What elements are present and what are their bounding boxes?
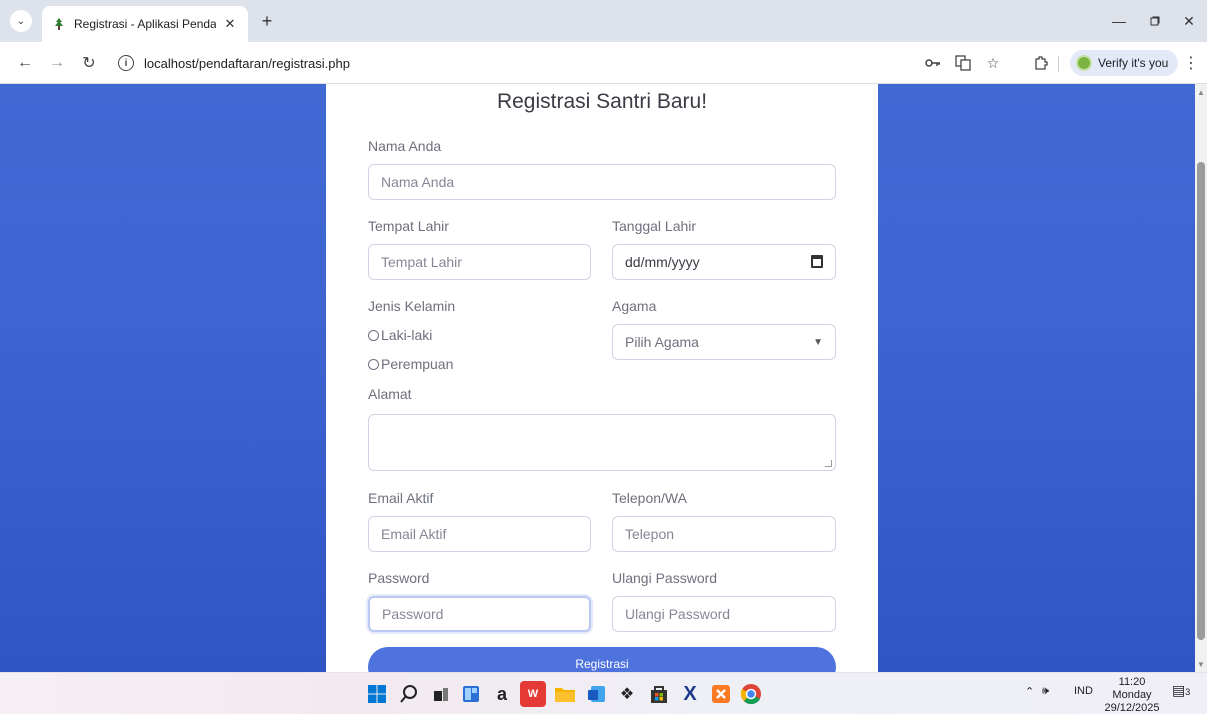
xampp-icon[interactable] [708, 681, 734, 707]
tab-title: Registrasi - Aplikasi Pendaftaran [74, 17, 216, 31]
alamat-label: Alamat [368, 386, 412, 402]
agama-selected-value: Pilih Agama [625, 334, 699, 350]
widgets-icon[interactable] [458, 681, 484, 707]
registration-card: Registrasi Santri Baru! Nama Anda Nama A… [326, 84, 878, 672]
jenis-kelamin-label: Jenis Kelamin [368, 298, 456, 314]
password-key-icon[interactable] [922, 52, 944, 74]
scroll-down-icon[interactable]: ▼ [1197, 660, 1205, 669]
radio-perempuan[interactable]: Perempuan [368, 356, 453, 372]
profile-avatar-icon [1076, 55, 1092, 71]
reload-icon[interactable]: ↻ [78, 52, 100, 74]
scrollbar-thumb[interactable] [1197, 162, 1205, 640]
tanggal-lahir-label: Tanggal Lahir [612, 218, 697, 234]
tab-strip: ⌄ Registrasi - Aplikasi Pendaftaran ✕ + … [0, 0, 1207, 42]
password-input[interactable]: Password [368, 596, 591, 632]
address-bar[interactable]: i localhost/pendaftaran/registrasi.php [112, 49, 902, 77]
windows-start-icon[interactable] [364, 681, 390, 707]
windows-taskbar: a W ❖ X ⌃ 🕪 IND 11:20 Monday 29/12/2025 … [0, 672, 1207, 714]
minimize-icon[interactable]: — [1108, 10, 1130, 32]
wps-office-icon[interactable]: W [520, 681, 546, 707]
telepon-input[interactable]: Telepon [612, 516, 836, 552]
volume-icon[interactable]: 🕪 [1042, 685, 1049, 698]
agama-select[interactable]: Pilih Agama ▼ [612, 324, 836, 360]
alamat-textarea[interactable] [368, 414, 836, 471]
tray-chevron-up-icon[interactable]: ⌃ [1025, 685, 1034, 698]
dropbox-icon[interactable]: ❖ [614, 681, 640, 707]
tempat-lahir-label: Tempat Lahir [368, 218, 449, 234]
verify-label: Verify it's you [1098, 56, 1169, 70]
calendar-icon[interactable] [811, 255, 823, 268]
toolbar-divider [1058, 56, 1059, 72]
amazon-icon[interactable]: a [489, 681, 515, 707]
clock-time: 11:20 [1118, 676, 1146, 688]
back-arrow-icon[interactable]: ← [14, 52, 36, 74]
page-viewport: Registrasi Santri Baru! Nama Anda Nama A… [0, 84, 1207, 672]
tempat-lahir-input[interactable]: Tempat Lahir [368, 244, 591, 280]
chevron-down-icon: ⌄ [16, 15, 26, 27]
tab-registrasi[interactable]: Registrasi - Aplikasi Pendaftaran ✕ [42, 6, 248, 42]
restore-icon[interactable] [1144, 10, 1166, 32]
tanggal-lahir-input[interactable]: dd/mm/yyyy [612, 244, 836, 280]
radio-laki-laki[interactable]: Laki-laki [368, 327, 432, 343]
xampp-x-icon[interactable]: X [677, 681, 703, 707]
clock-date: 29/12/2025 [1104, 702, 1160, 714]
store-icon[interactable] [646, 681, 672, 707]
registrasi-button[interactable]: Registrasi [368, 647, 836, 672]
radio-circle-icon [368, 358, 379, 370]
browser-toolbar: ← → ↻ i localhost/pendaftaran/registrasi… [0, 42, 1207, 84]
new-tab-button[interactable]: + [256, 10, 278, 32]
nama-input[interactable]: Nama Anda [368, 164, 836, 200]
chevron-down-icon: ▼ [813, 337, 823, 348]
page-title: Registrasi Santri Baru! [496, 90, 708, 113]
favicon-icon [52, 17, 66, 31]
clock-day: Monday [1112, 689, 1152, 701]
email-input[interactable]: Email Aktif [368, 516, 591, 552]
close-window-icon[interactable]: ✕ [1178, 10, 1200, 32]
word-icon[interactable] [584, 681, 610, 707]
extensions-icon[interactable] [1030, 52, 1052, 74]
search-icon[interactable] [396, 681, 422, 707]
password-label: Password [368, 570, 430, 586]
url-text: localhost/pendaftaran/registrasi.php [144, 55, 350, 71]
browser-window: ⌄ Registrasi - Aplikasi Pendaftaran ✕ + … [0, 0, 1207, 714]
page-scrollbar[interactable]: ▲ ▼ [1195, 84, 1207, 672]
bookmark-star-icon[interactable]: ☆ [982, 52, 1004, 74]
chrome-icon[interactable] [738, 681, 764, 707]
resize-handle-icon[interactable] [825, 460, 832, 467]
language-indicator[interactable]: IND [1074, 685, 1093, 697]
nama-label: Nama Anda [368, 138, 442, 154]
forward-arrow-icon[interactable]: → [46, 52, 68, 74]
radio-label: Laki-laki [381, 327, 433, 343]
email-label: Email Aktif [368, 490, 434, 506]
scroll-up-icon[interactable]: ▲ [1197, 88, 1205, 97]
more-menu-icon[interactable]: ⋮ [1180, 52, 1202, 74]
tab-search-button[interactable]: ⌄ [10, 10, 32, 32]
close-icon[interactable]: ✕ [222, 16, 238, 32]
agama-label: Agama [612, 298, 657, 314]
radio-circle-icon [368, 329, 379, 341]
date-placeholder: dd/mm/yyyy [625, 254, 700, 270]
notification-icon[interactable]: ▤3 [1172, 682, 1190, 699]
file-explorer-icon[interactable] [552, 681, 578, 707]
site-info-icon[interactable]: i [118, 55, 134, 71]
task-view-icon[interactable] [428, 681, 454, 707]
taskbar-clock[interactable]: 11:20 Monday 29/12/2025 [1104, 676, 1160, 714]
ulangi-password-input[interactable]: Ulangi Password [612, 596, 836, 632]
translate-icon[interactable] [952, 52, 974, 74]
verify-identity-button[interactable]: Verify it's you [1070, 50, 1179, 76]
telepon-label: Telepon/WA [612, 490, 687, 506]
radio-label: Perempuan [381, 356, 454, 372]
notification-count: 3 [1185, 687, 1191, 697]
ulangi-password-label: Ulangi Password [612, 570, 718, 586]
